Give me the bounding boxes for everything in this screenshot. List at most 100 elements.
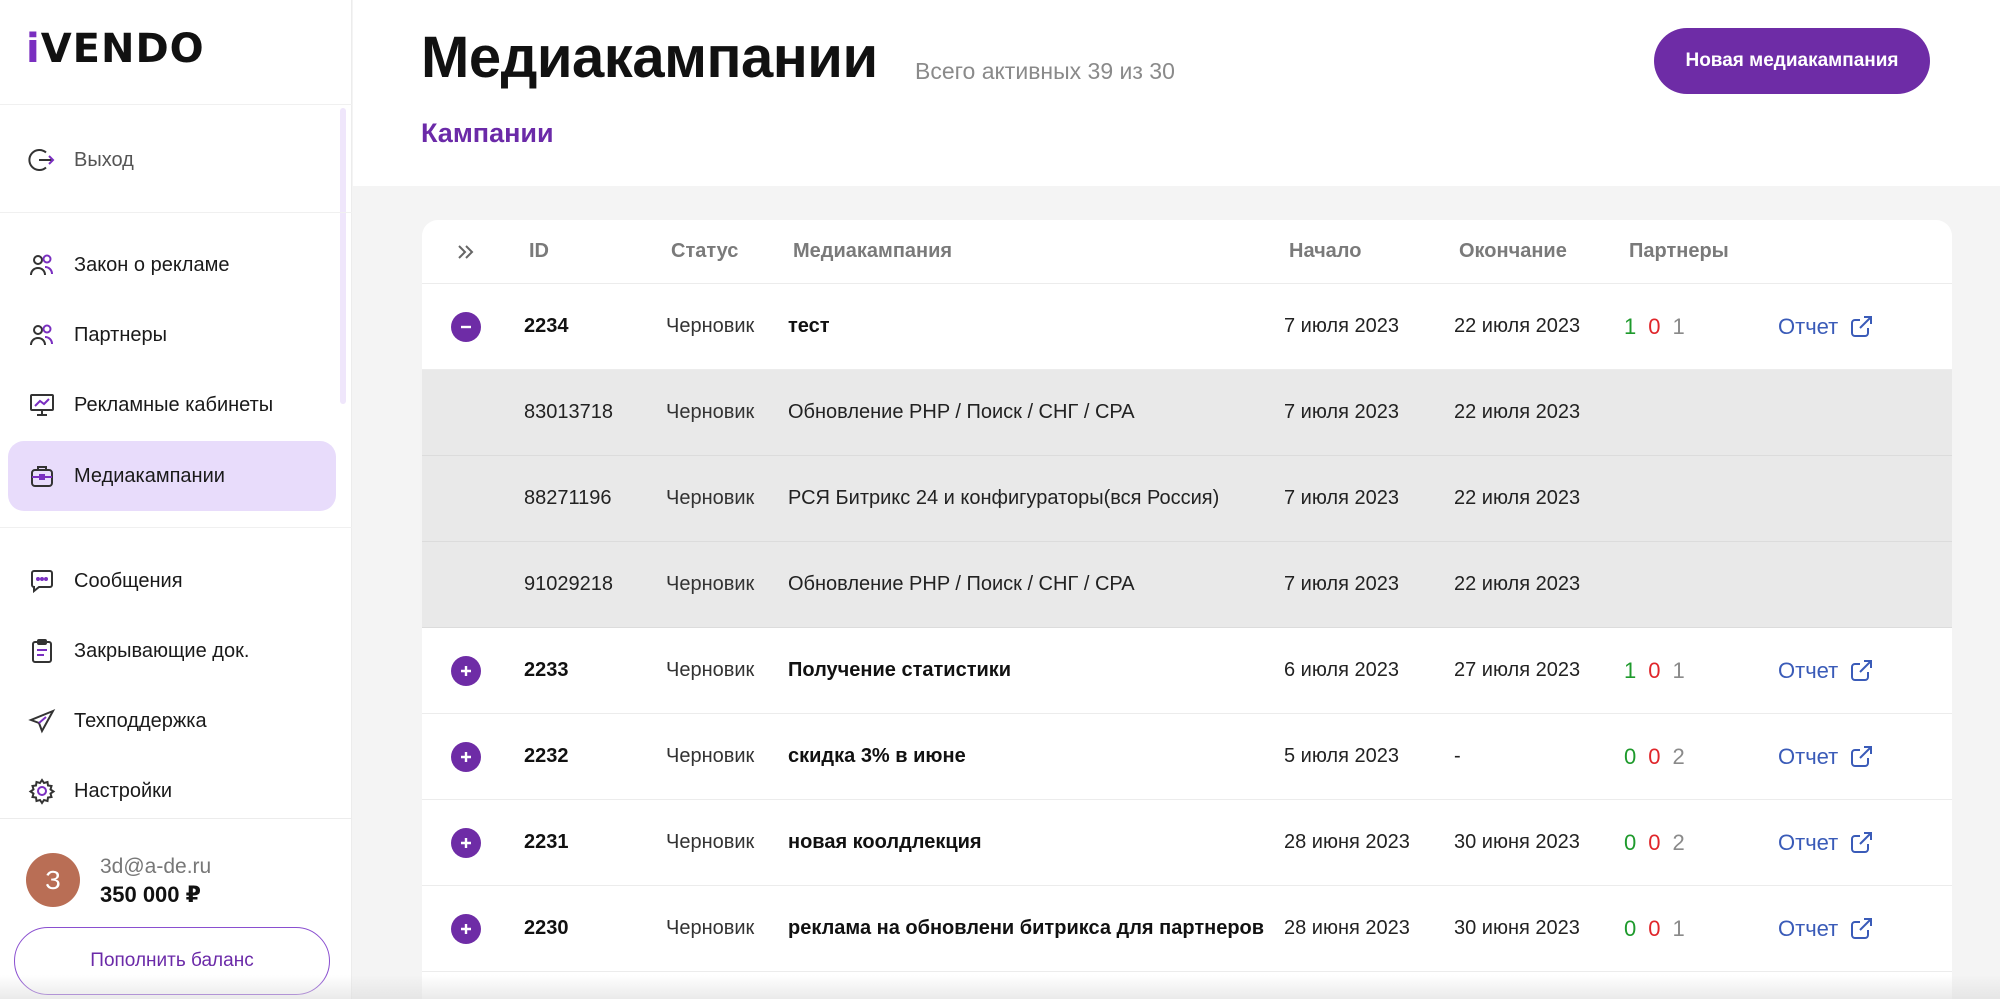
campaign-name[interactable]: реклама на обновлени битрикса для партне…	[788, 886, 1264, 971]
sub-campaign-status: Черновик	[666, 401, 755, 423]
expand-row-button[interactable]	[451, 827, 481, 858]
column-header-campaign[interactable]: Медиакампания	[793, 220, 952, 283]
campaign-status: Черновик	[666, 315, 755, 337]
report-link[interactable]: Отчет	[1778, 744, 1874, 770]
sidebar-item-partners[interactable]: Партнеры	[8, 300, 336, 370]
external-link-icon	[1851, 745, 1873, 767]
plus-icon	[461, 837, 471, 848]
partners-counts: 101	[1624, 628, 1685, 713]
external-link-icon	[1851, 659, 1873, 681]
partners-counts: 001	[1624, 886, 1685, 971]
clipboard-icon	[26, 635, 58, 667]
campaign-start: 6 июля 2023	[1284, 659, 1399, 681]
column-header-status[interactable]: Статус	[671, 220, 738, 283]
column-header-end[interactable]: Окончание	[1459, 220, 1567, 283]
partners-approved: 0	[1624, 829, 1637, 855]
campaign-end: -	[1454, 745, 1461, 767]
page-header: Медиакампании Всего активных 39 из 30 Но…	[353, 0, 2000, 186]
sub-campaign-id: 88271196	[524, 487, 612, 509]
expand-row-button[interactable]	[451, 913, 481, 944]
campaign-name[interactable]: новая коолдлекция	[788, 800, 982, 885]
sub-campaign-start: 7 июля 2023	[1284, 401, 1399, 423]
sub-campaign-id: 83013718	[524, 401, 613, 423]
report-link[interactable]: Отчет	[1778, 314, 1874, 340]
sidebar-item-ad-law[interactable]: Закон о рекламе	[8, 230, 336, 300]
sub-campaign-name[interactable]: Обновление PHP / Поиск / СНГ / CPA	[788, 370, 1135, 455]
sub-campaign-row[interactable]: 88271196 Черновик РСЯ Битрикс 24 и конфи…	[422, 456, 1952, 542]
logout-button[interactable]: Выход	[8, 125, 336, 195]
campaign-name[interactable]: скидка 3% в июне	[788, 714, 966, 799]
sub-campaign-row[interactable]: 83013718 Черновик Обновление PHP / Поиск…	[422, 370, 1952, 456]
report-label: Отчет	[1778, 743, 1839, 769]
user-email: 3d@a-de.ru	[100, 855, 212, 878]
logo-text: VENDO	[40, 26, 205, 72]
partners-rejected: 0	[1648, 313, 1661, 339]
sidebar-item-closing-docs[interactable]: Закрывающие док.	[8, 616, 336, 686]
sidebar-item-label: Партнеры	[74, 323, 168, 346]
campaign-start: 28 июня 2023	[1284, 831, 1410, 853]
divider	[0, 212, 352, 213]
partners-rejected: 0	[1648, 915, 1661, 941]
sidebar-item-support[interactable]: Техподдержка	[8, 686, 336, 756]
campaign-end: 30 июня 2023	[1454, 831, 1580, 853]
logout-icon	[26, 144, 58, 176]
avatar[interactable]: З	[26, 853, 80, 907]
partners-rejected: 0	[1648, 829, 1661, 855]
column-header-partners[interactable]: Партнеры	[1629, 220, 1729, 283]
sidebar-item-messages[interactable]: Сообщения	[8, 546, 336, 616]
double-chevron-right-icon	[458, 244, 474, 259]
campaign-start: 7 июля 2023	[1284, 315, 1399, 337]
campaign-end: 27 июля 2023	[1454, 659, 1581, 681]
column-header-id[interactable]: ID	[529, 220, 549, 283]
sidebar-item-media-campaigns[interactable]: Медиакампании	[8, 441, 336, 511]
sub-campaign-name[interactable]: РСЯ Битрикс 24 и конфигураторы(вся Росси…	[788, 456, 1219, 541]
campaign-id: 2232	[524, 745, 569, 767]
partners-pending: 1	[1672, 657, 1685, 683]
sidebar-item-label: Техподдержка	[74, 709, 207, 732]
partners-pending: 1	[1672, 313, 1685, 339]
column-header-start[interactable]: Начало	[1289, 220, 1361, 283]
user-panel: З 3d@a-de.ru 350 000 ₽ Пополнить баланс	[0, 818, 352, 999]
partners-rejected: 0	[1648, 743, 1661, 769]
logo[interactable]: iVENDO	[26, 26, 205, 72]
campaign-name[interactable]: Получение статистики	[788, 628, 1011, 713]
table-row[interactable]: 2234 Черновик тест 7 июля 2023 22 июля 2…	[422, 284, 1952, 370]
expand-all-button[interactable]	[446, 220, 486, 283]
report-link[interactable]: Отчет	[1778, 658, 1874, 684]
gear-icon	[26, 775, 58, 807]
campaign-id: 2231	[524, 831, 569, 853]
partners-pending: 1	[1672, 915, 1685, 941]
collapse-row-button[interactable]	[451, 311, 481, 342]
table-row[interactable]: 2231 Черновик новая коолдлекция 28 июня …	[422, 800, 1952, 886]
partners-approved: 1	[1624, 313, 1637, 339]
sidebar-item-settings[interactable]: Настройки	[8, 756, 336, 826]
sub-campaign-end: 22 июля 2023	[1454, 401, 1581, 423]
sub-campaign-row[interactable]: 91029218 Черновик Обновление PHP / Поиск…	[422, 542, 1952, 628]
send-icon	[26, 705, 58, 737]
campaign-start: 5 июля 2023	[1284, 745, 1399, 767]
sub-campaign-name[interactable]: Обновление PHP / Поиск / СНГ / CPA	[788, 542, 1135, 627]
campaign-name[interactable]: тест	[788, 284, 830, 369]
user-balance: 350 000 ₽	[100, 882, 201, 907]
tab-campaigns[interactable]: Кампании	[421, 118, 554, 149]
sub-campaign-status: Черновик	[666, 487, 755, 509]
expand-row-button[interactable]	[451, 655, 481, 686]
sub-campaign-id: 91029218	[524, 573, 613, 595]
users-icon	[26, 319, 58, 351]
table-row[interactable]: 2230 Черновик реклама на обновлени битри…	[422, 886, 1952, 972]
expand-row-button[interactable]	[451, 741, 481, 772]
campaign-status: Черновик	[666, 659, 755, 681]
sub-campaign-end: 22 июля 2023	[1454, 573, 1581, 595]
campaign-end: 30 июня 2023	[1454, 917, 1580, 939]
report-label: Отчет	[1778, 829, 1839, 855]
sidebar-item-label: Закон о рекламе	[74, 253, 230, 276]
table-row[interactable]: 2232 Черновик скидка 3% в июне 5 июля 20…	[422, 714, 1952, 800]
report-link[interactable]: Отчет	[1778, 830, 1874, 856]
sidebar-scrollbar[interactable]	[340, 108, 346, 404]
external-link-icon	[1851, 917, 1873, 939]
table-row[interactable]: 2233 Черновик Получение статистики 6 июл…	[422, 628, 1952, 714]
sidebar-item-ad-accounts[interactable]: Рекламные кабинеты	[8, 370, 336, 440]
report-link[interactable]: Отчет	[1778, 916, 1874, 942]
new-media-campaign-button[interactable]: Новая медиакампания	[1654, 28, 1930, 94]
sub-campaign-status: Черновик	[666, 573, 755, 595]
